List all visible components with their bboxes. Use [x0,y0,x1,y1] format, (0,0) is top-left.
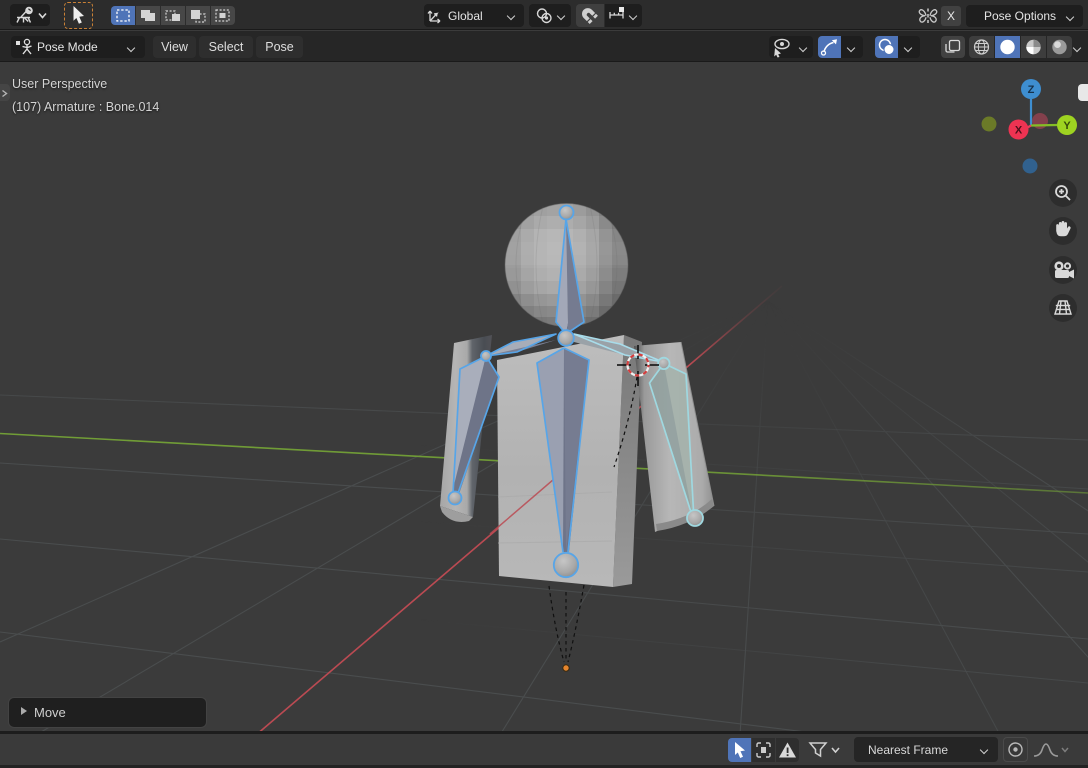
svg-text:Z: Z [1028,84,1035,96]
svg-text:X: X [1015,125,1023,137]
svg-text:Y: Y [1063,120,1071,132]
